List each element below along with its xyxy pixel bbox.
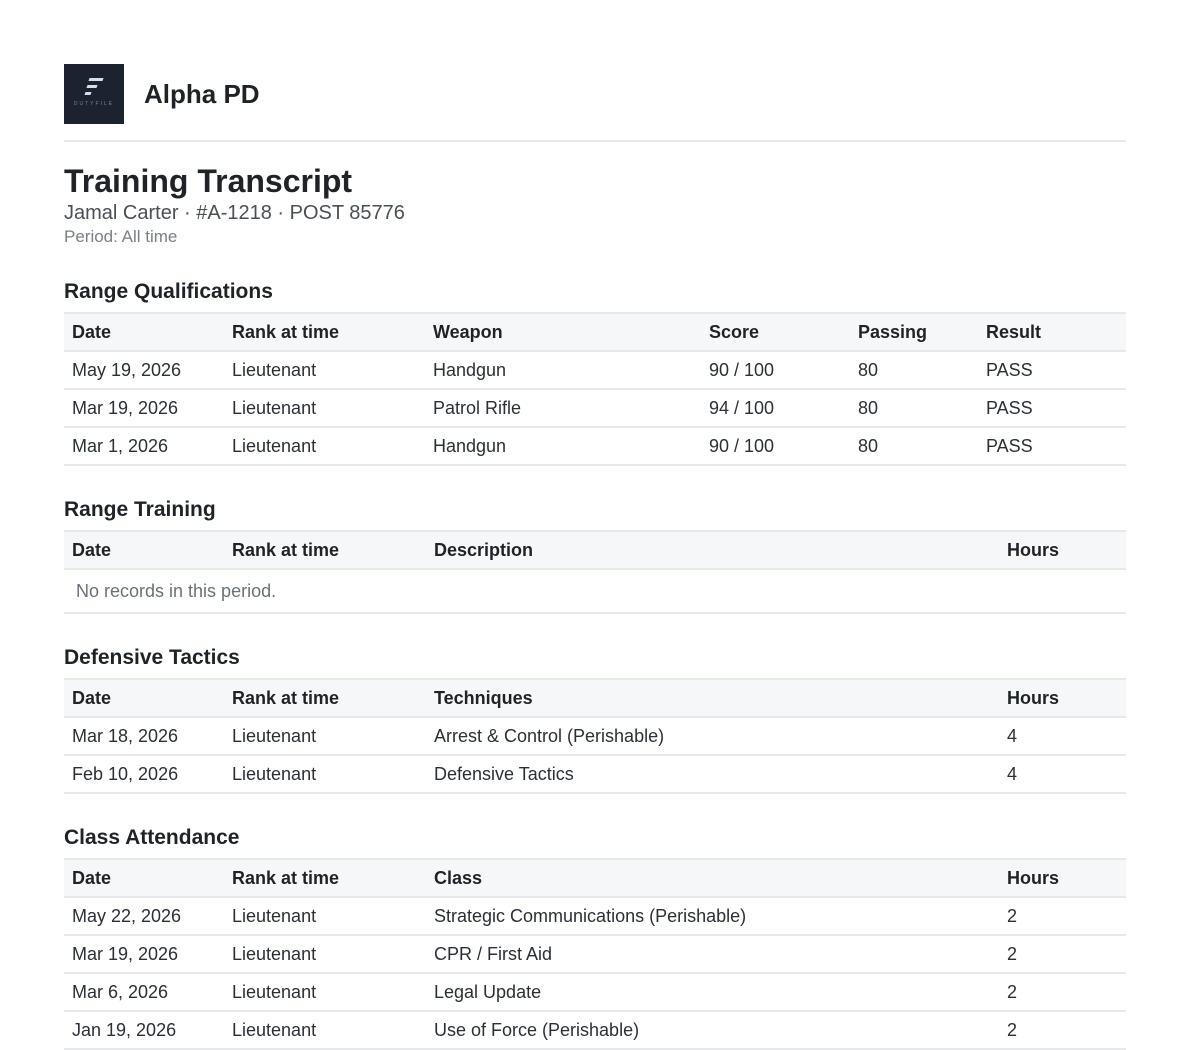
org-name: Alpha PD xyxy=(144,78,260,109)
table-row: Mar 18, 2026 Lieutenant Arrest & Control… xyxy=(64,717,1126,756)
hours-cell: 2 xyxy=(999,897,1126,936)
score-cell: 90 / 100 xyxy=(701,427,850,466)
period-label: Period: All time xyxy=(64,227,178,246)
techniques-cell: Arrest & Control (Perishable) xyxy=(426,717,999,756)
table-row: May 22, 2026 Lieutenant Strategic Commun… xyxy=(64,897,1126,936)
date-cell: Mar 1, 2026 xyxy=(64,427,224,466)
section-title-class-attendance: Class Attendance xyxy=(64,826,240,849)
hours-cell: 2 xyxy=(999,973,1126,1012)
table-header-row: Date Rank at time Weapon Score Passing R… xyxy=(64,312,1126,352)
rank-cell: Lieutenant xyxy=(224,427,425,466)
date-cell: Jan 19, 2026 xyxy=(64,1011,224,1050)
section-title-range-training: Range Training xyxy=(64,498,216,521)
passing-cell: 80 xyxy=(850,389,978,428)
section-title-defensive-tactics: Defensive Tactics xyxy=(64,646,240,669)
rank-cell: Lieutenant xyxy=(224,351,425,390)
page-title: Training Transcript xyxy=(64,163,353,199)
hours-cell: 2 xyxy=(999,1011,1126,1050)
column-header: Passing xyxy=(850,312,978,352)
table-header-row: Date Rank at time Techniques Hours xyxy=(64,678,1126,718)
column-header: Description xyxy=(426,530,999,570)
column-header: Date xyxy=(64,858,224,898)
rank-cell: Lieutenant xyxy=(224,1011,426,1050)
transcript-page: DUTYFILE Alpha PD Training Transcript Ja… xyxy=(64,64,1126,1050)
date-cell: Feb 10, 2026 xyxy=(64,755,224,794)
defensive-tactics-table: Date Rank at time Techniques Hours Mar 1… xyxy=(64,678,1126,794)
rank-cell: Lieutenant xyxy=(224,935,426,974)
date-cell: May 19, 2026 xyxy=(64,351,224,390)
score-cell: 94 / 100 xyxy=(701,389,850,428)
page-header: DUTYFILE Alpha PD xyxy=(64,64,1126,142)
table-row: Jan 19, 2026 Lieutenant Use of Force (Pe… xyxy=(64,1011,1126,1050)
table-row: May 19, 2026 Lieutenant Handgun 90 / 100… xyxy=(64,351,1126,390)
logo-text: DUTYFILE xyxy=(73,101,115,107)
range-training-table: Date Rank at time Description Hours No r… xyxy=(64,530,1126,614)
column-header: Result xyxy=(978,312,1126,352)
table-header-row: Date Rank at time Description Hours xyxy=(64,530,1126,570)
weapon-cell: Handgun xyxy=(425,351,701,390)
weapon-cell: Handgun xyxy=(425,427,701,466)
column-header: Score xyxy=(701,312,850,352)
class-cell: Strategic Communications (Perishable) xyxy=(426,897,999,936)
table-row: No records in this period. xyxy=(64,569,1126,614)
rank-cell: Lieutenant xyxy=(224,897,426,936)
column-header: Rank at time xyxy=(224,312,425,352)
result-cell: PASS xyxy=(978,427,1126,466)
column-header: Hours xyxy=(999,858,1126,898)
class-cell: Legal Update xyxy=(426,973,999,1012)
rank-cell: Lieutenant xyxy=(224,389,425,428)
weapon-cell: Patrol Rifle xyxy=(425,389,701,428)
logo-icon xyxy=(84,78,104,102)
date-cell: Mar 19, 2026 xyxy=(64,389,224,428)
hours-cell: 4 xyxy=(999,755,1126,794)
column-header: Class xyxy=(426,858,999,898)
column-header: Rank at time xyxy=(224,858,426,898)
table-row: Mar 6, 2026 Lieutenant Legal Update 2 xyxy=(64,973,1126,1012)
column-header: Rank at time xyxy=(224,530,426,570)
empty-message: No records in this period. xyxy=(64,569,1126,614)
class-attendance-table: Date Rank at time Class Hours May 22, 20… xyxy=(64,858,1126,1050)
column-header: Date xyxy=(64,530,224,570)
column-header: Hours xyxy=(999,530,1126,570)
range-qualifications-table: Date Rank at time Weapon Score Passing R… xyxy=(64,312,1126,466)
agency-logo: DUTYFILE xyxy=(64,64,124,124)
table-row: Mar 19, 2026 Lieutenant CPR / First Aid … xyxy=(64,935,1126,974)
column-header: Hours xyxy=(999,678,1126,718)
passing-cell: 80 xyxy=(850,427,978,466)
result-cell: PASS xyxy=(978,351,1126,390)
date-cell: May 22, 2026 xyxy=(64,897,224,936)
table-row: Mar 1, 2026 Lieutenant Handgun 90 / 100 … xyxy=(64,427,1126,466)
hours-cell: 4 xyxy=(999,717,1126,756)
table-row: Mar 19, 2026 Lieutenant Patrol Rifle 94 … xyxy=(64,389,1126,428)
table-row: Feb 10, 2026 Lieutenant Defensive Tactic… xyxy=(64,755,1126,794)
class-cell: Use of Force (Perishable) xyxy=(426,1011,999,1050)
result-cell: PASS xyxy=(978,389,1126,428)
rank-cell: Lieutenant xyxy=(224,717,426,756)
date-cell: Mar 6, 2026 xyxy=(64,973,224,1012)
date-cell: Mar 18, 2026 xyxy=(64,717,224,756)
rank-cell: Lieutenant xyxy=(224,755,426,794)
date-cell: Mar 19, 2026 xyxy=(64,935,224,974)
score-cell: 90 / 100 xyxy=(701,351,850,390)
techniques-cell: Defensive Tactics xyxy=(426,755,999,794)
hours-cell: 2 xyxy=(999,935,1126,974)
officer-info: Jamal Carter · #A-1218 · POST 85776 xyxy=(64,202,405,224)
column-header: Date xyxy=(64,312,224,352)
column-header: Weapon xyxy=(425,312,701,352)
column-header: Techniques xyxy=(426,678,999,718)
passing-cell: 80 xyxy=(850,351,978,390)
column-header: Rank at time xyxy=(224,678,426,718)
table-header-row: Date Rank at time Class Hours xyxy=(64,858,1126,898)
class-cell: CPR / First Aid xyxy=(426,935,999,974)
column-header: Date xyxy=(64,678,224,718)
section-title-range-qualifications: Range Qualifications xyxy=(64,280,273,303)
rank-cell: Lieutenant xyxy=(224,973,426,1012)
